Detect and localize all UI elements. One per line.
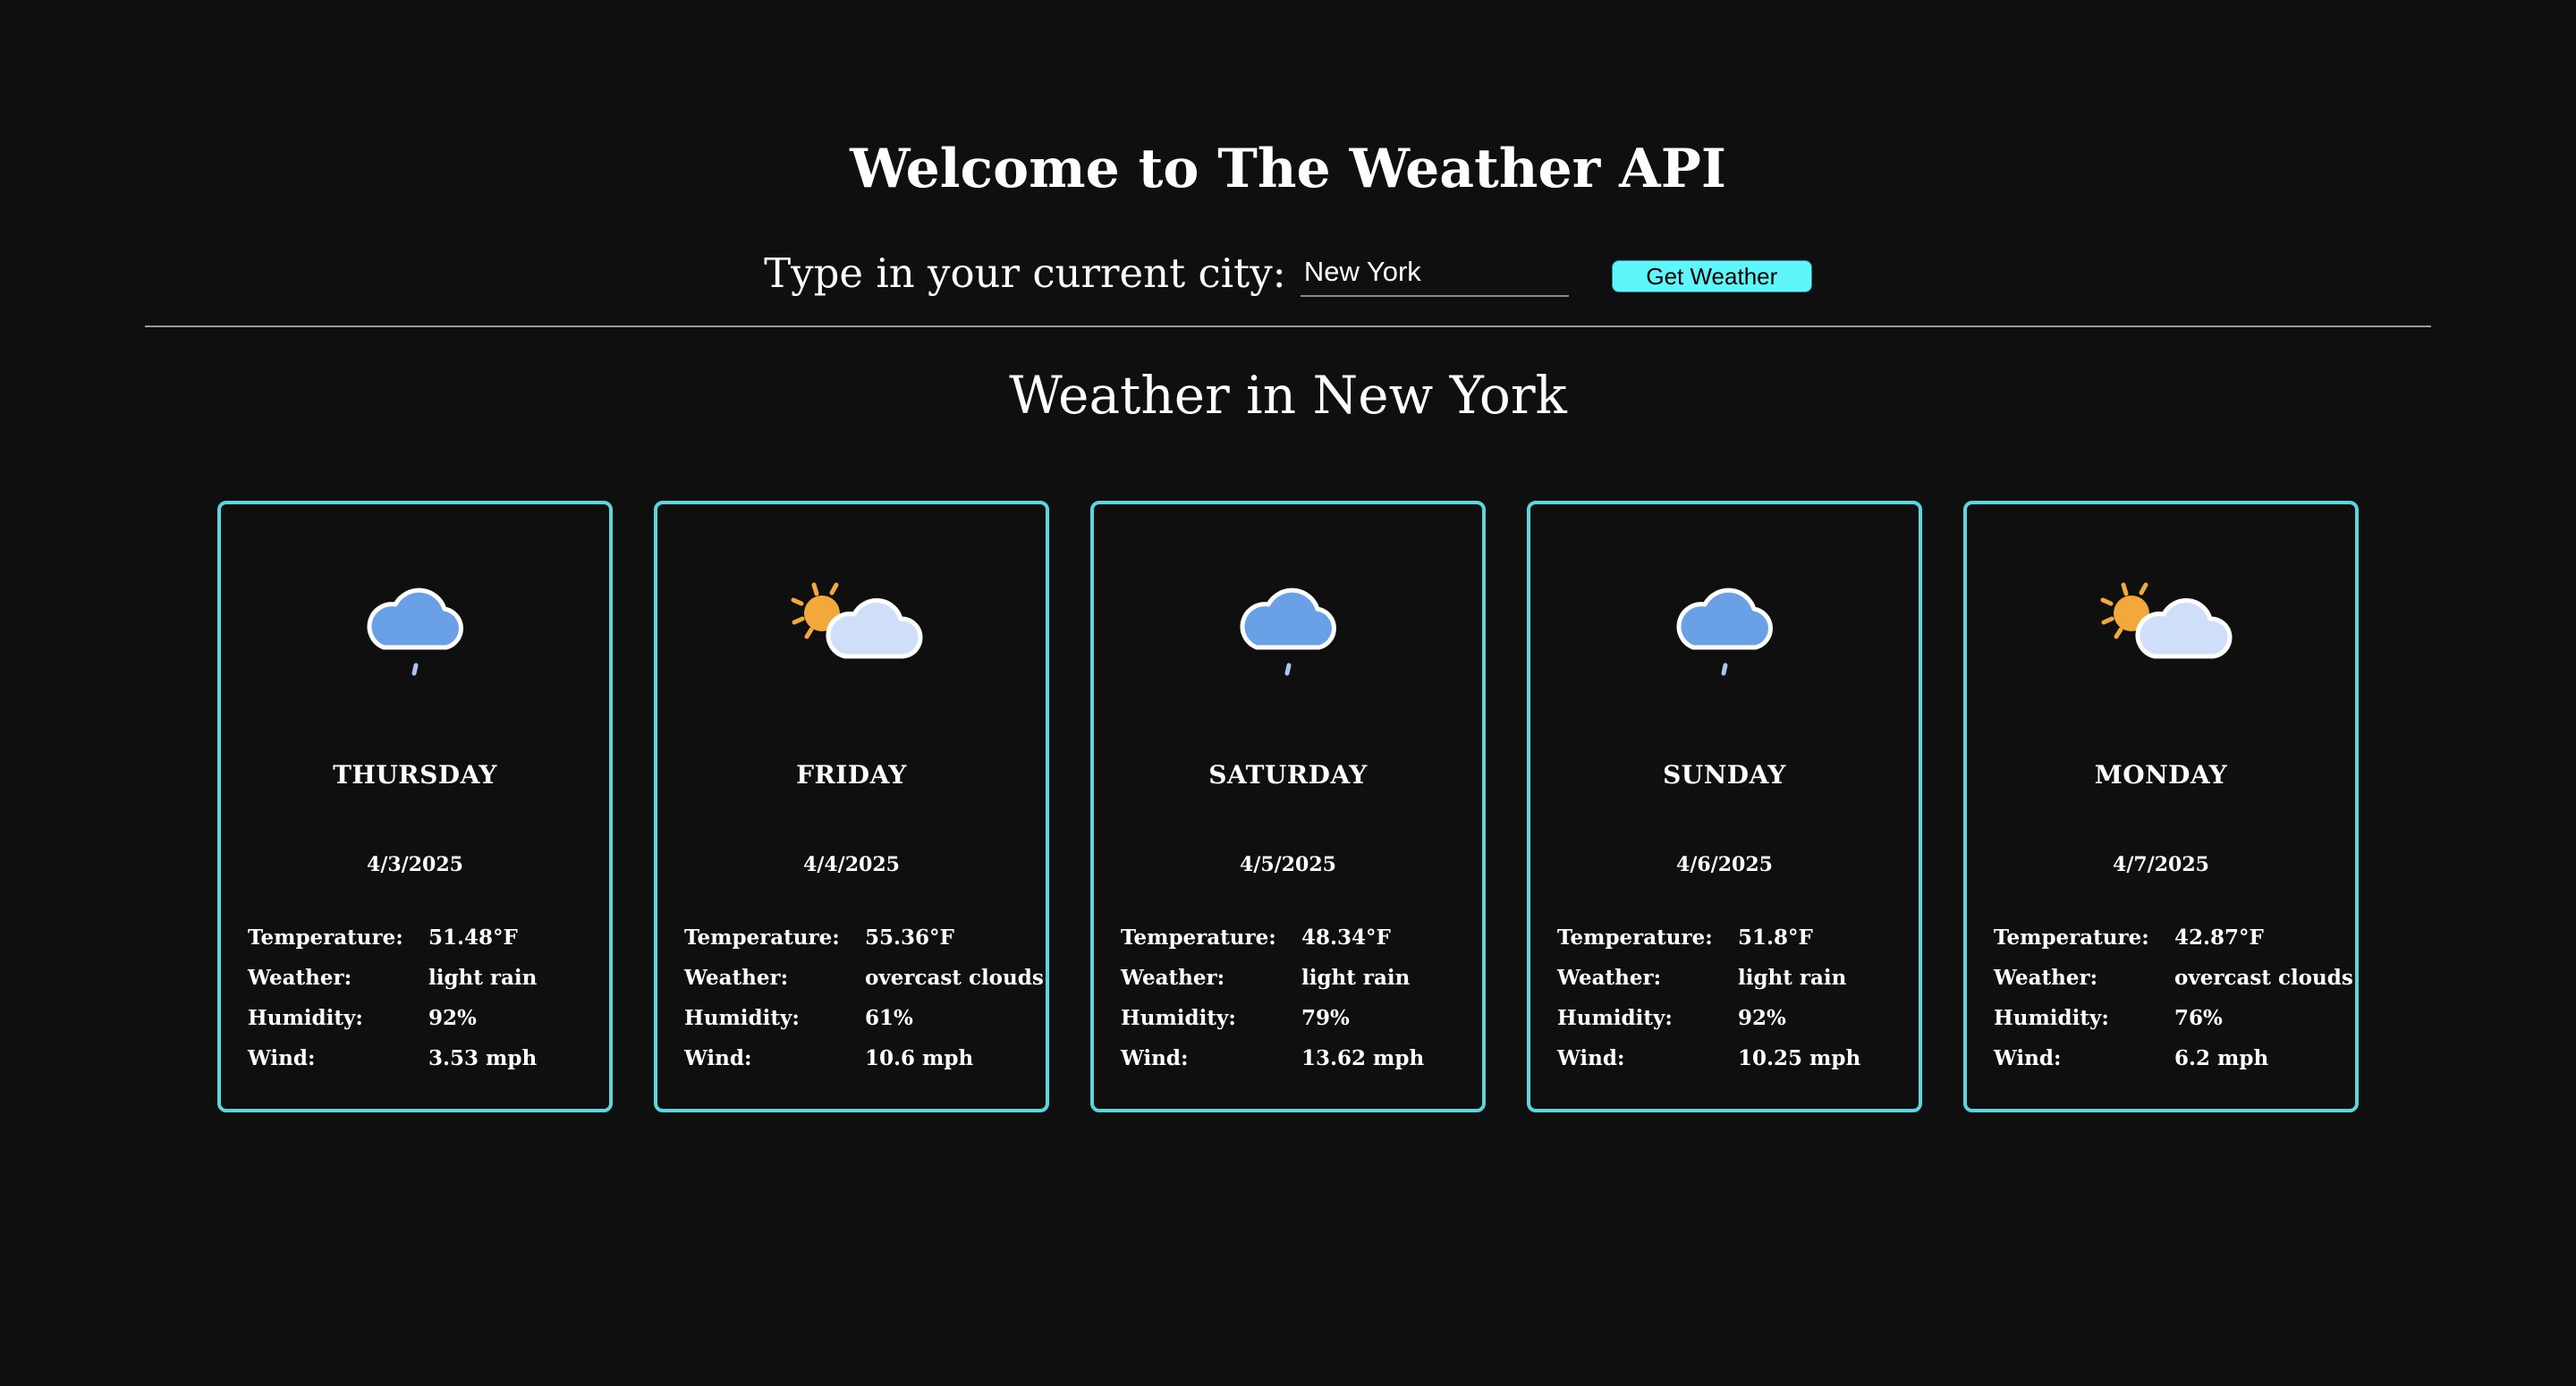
weather-row: Weather: overcast clouds bbox=[684, 958, 1044, 998]
weather-row: Weather: overcast clouds bbox=[1994, 958, 2353, 998]
forecast-card-monday: MONDAY 4/7/2025 Temperature: 42.87°F Wea… bbox=[1963, 501, 2359, 1112]
humidity-row: Humidity: 61% bbox=[684, 998, 1042, 1038]
temperature-row: Temperature: 55.36°F bbox=[684, 917, 1042, 958]
forecast-card-saturday: SATURDAY 4/5/2025 Temperature: 48.34°F W… bbox=[1090, 501, 1486, 1112]
wind-row: Wind: 10.25 mph bbox=[1557, 1038, 1915, 1078]
weather-row: Weather: light rain bbox=[248, 958, 606, 998]
day-name: THURSDAY bbox=[333, 760, 497, 790]
temperature-row: Temperature: 48.34°F bbox=[1121, 917, 1479, 958]
temperature-value: 42.87°F bbox=[2174, 925, 2264, 950]
wind-value: 6.2 mph bbox=[2174, 1046, 2269, 1070]
wind-value: 13.62 mph bbox=[1301, 1046, 1425, 1070]
weather-label: Weather: bbox=[1994, 966, 2098, 990]
temperature-label: Temperature: bbox=[248, 925, 403, 950]
humidity-value: 79% bbox=[1301, 1006, 1350, 1030]
humidity-row: Humidity: 92% bbox=[1557, 998, 1915, 1038]
weather-label: Weather: bbox=[1557, 966, 1662, 990]
temperature-row: Temperature: 51.48°F bbox=[248, 917, 606, 958]
rain-cloud-icon bbox=[1530, 567, 1919, 701]
weather-value: light rain bbox=[1301, 966, 1411, 990]
weather-value: overcast clouds bbox=[865, 966, 1044, 990]
sun-cloud-icon bbox=[657, 567, 1046, 701]
humidity-row: Humidity: 79% bbox=[1121, 998, 1479, 1038]
humidity-value: 61% bbox=[865, 1006, 913, 1030]
weather-label: Weather: bbox=[1121, 966, 1225, 990]
wind-label: Wind: bbox=[1557, 1046, 1625, 1070]
day-name: SATURDAY bbox=[1208, 760, 1368, 790]
temperature-label: Temperature: bbox=[1994, 925, 2149, 950]
wind-label: Wind: bbox=[684, 1046, 752, 1070]
humidity-label: Humidity: bbox=[684, 1006, 800, 1030]
wind-row: Wind: 3.53 mph bbox=[248, 1038, 606, 1078]
humidity-value: 92% bbox=[1738, 1006, 1786, 1030]
wind-row: Wind: 10.6 mph bbox=[684, 1038, 1042, 1078]
forecast-date: 4/3/2025 bbox=[367, 853, 463, 876]
humidity-row: Humidity: 76% bbox=[1994, 998, 2351, 1038]
temperature-row: Temperature: 51.8°F bbox=[1557, 917, 1915, 958]
forecast-date: 4/6/2025 bbox=[1676, 853, 1773, 876]
temperature-value: 51.48°F bbox=[428, 925, 518, 950]
divider bbox=[145, 325, 2431, 327]
get-weather-button[interactable]: Get Weather bbox=[1611, 260, 1812, 292]
day-name: MONDAY bbox=[2094, 760, 2228, 790]
wind-label: Wind: bbox=[1121, 1046, 1189, 1070]
weather-value: overcast clouds bbox=[2174, 966, 2353, 990]
temperature-value: 55.36°F bbox=[865, 925, 954, 950]
weather-value: light rain bbox=[428, 966, 538, 990]
wind-label: Wind: bbox=[248, 1046, 316, 1070]
humidity-value: 92% bbox=[428, 1006, 477, 1030]
weather-stats: Temperature: 48.34°F Weather: light rain… bbox=[1121, 917, 1479, 1078]
wind-value: 10.6 mph bbox=[865, 1046, 974, 1070]
forecast-date: 4/7/2025 bbox=[2113, 853, 2209, 876]
rain-cloud-icon bbox=[221, 567, 609, 701]
wind-value: 10.25 mph bbox=[1738, 1046, 1861, 1070]
city-label: Type in your current city: bbox=[764, 249, 1286, 297]
wind-row: Wind: 6.2 mph bbox=[1994, 1038, 2351, 1078]
humidity-label: Humidity: bbox=[1994, 1006, 2109, 1030]
forecast-card-thursday: THURSDAY 4/3/2025 Temperature: 51.48°F W… bbox=[217, 501, 613, 1112]
sun-cloud-icon bbox=[1967, 567, 2355, 701]
forecast-date: 4/5/2025 bbox=[1240, 853, 1336, 876]
temperature-row: Temperature: 42.87°F bbox=[1994, 917, 2351, 958]
humidity-row: Humidity: 92% bbox=[248, 998, 606, 1038]
wind-value: 3.53 mph bbox=[428, 1046, 538, 1070]
day-name: FRIDAY bbox=[796, 760, 907, 790]
weather-row: Weather: light rain bbox=[1121, 958, 1479, 998]
day-name: SUNDAY bbox=[1663, 760, 1786, 790]
page-title: Welcome to The Weather API bbox=[850, 138, 1726, 200]
forecast-card-sunday: SUNDAY 4/6/2025 Temperature: 51.8°F Weat… bbox=[1527, 501, 1922, 1112]
weather-stats: Temperature: 55.36°F Weather: overcast c… bbox=[684, 917, 1044, 1078]
forecast-card-friday: FRIDAY 4/4/2025 Temperature: 55.36°F Wea… bbox=[654, 501, 1049, 1112]
city-input[interactable] bbox=[1300, 249, 1569, 297]
weather-label: Weather: bbox=[684, 966, 789, 990]
temperature-value: 48.34°F bbox=[1301, 925, 1391, 950]
forecast-date: 4/4/2025 bbox=[803, 853, 900, 876]
humidity-label: Humidity: bbox=[1557, 1006, 1673, 1030]
temperature-label: Temperature: bbox=[684, 925, 840, 950]
weather-stats: Temperature: 51.8°F Weather: light rain … bbox=[1557, 917, 1915, 1078]
weather-row: Weather: light rain bbox=[1557, 958, 1915, 998]
weather-stats: Temperature: 51.48°F Weather: light rain… bbox=[248, 917, 606, 1078]
weather-stats: Temperature: 42.87°F Weather: overcast c… bbox=[1994, 917, 2353, 1078]
weather-label: Weather: bbox=[248, 966, 352, 990]
forecast-cards: THURSDAY 4/3/2025 Temperature: 51.48°F W… bbox=[217, 501, 2359, 1112]
temperature-value: 51.8°F bbox=[1738, 925, 1813, 950]
humidity-label: Humidity: bbox=[1121, 1006, 1236, 1030]
wind-row: Wind: 13.62 mph bbox=[1121, 1038, 1479, 1078]
humidity-value: 76% bbox=[2174, 1006, 2223, 1030]
weather-app: Welcome to The Weather API Type in your … bbox=[0, 0, 2576, 1386]
wind-label: Wind: bbox=[1994, 1046, 2062, 1070]
city-search-form: Type in your current city: Get Weather bbox=[0, 241, 2576, 304]
weather-value: light rain bbox=[1738, 966, 1847, 990]
temperature-label: Temperature: bbox=[1121, 925, 1276, 950]
temperature-label: Temperature: bbox=[1557, 925, 1713, 950]
humidity-label: Humidity: bbox=[248, 1006, 363, 1030]
results-heading: Weather in New York bbox=[1009, 365, 1567, 426]
rain-cloud-icon bbox=[1094, 567, 1482, 701]
